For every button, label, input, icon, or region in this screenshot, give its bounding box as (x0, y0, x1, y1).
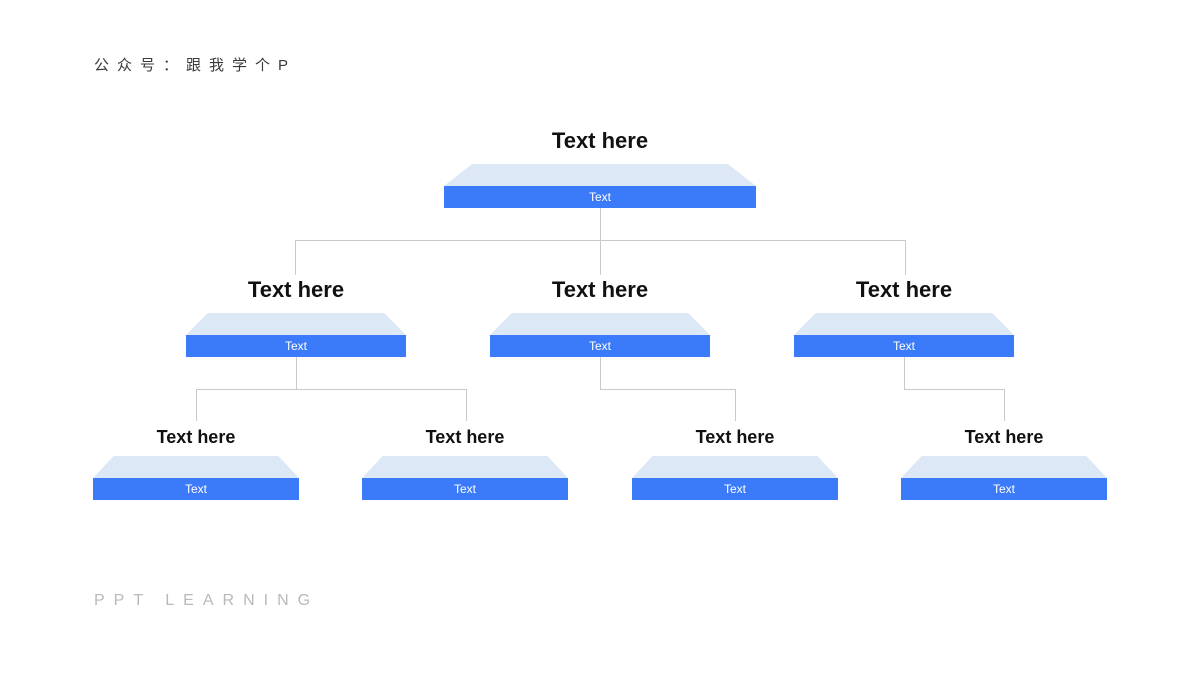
org-node-bar-label-l2-2[interactable]: Text (490, 335, 710, 357)
org-node-l3-2[interactable]: Text here Text (362, 428, 568, 500)
org-node-slab-top-face-l2-3 (794, 313, 1014, 335)
org-node-title-l3-1: Text here (156, 427, 236, 447)
org-node-bar-label-l3-3[interactable]: Text (632, 478, 838, 500)
org-node-slab-top-face-l3-3 (632, 456, 838, 478)
org-node-l2-2[interactable]: Text here Text (490, 279, 710, 357)
connector-level2-to-level3-3 (196, 389, 197, 421)
org-node-slab-top-face-l3-2 (362, 456, 568, 478)
org-node-slab-top-face-l3-4 (901, 456, 1107, 478)
org-node-slab-l3-3[interactable]: Text (632, 456, 838, 500)
slide-canvas: 公众号：跟我学个P Text here Text Text here Text Text… (0, 0, 1200, 675)
org-node-slab-l1-1[interactable]: Text (444, 164, 756, 208)
connector-level2-to-level3-8 (904, 357, 905, 390)
org-node-slab-top-face-l2-1 (186, 313, 406, 335)
org-node-slab-l2-2[interactable]: Text (490, 313, 710, 357)
org-node-title-l2-1: Text here (247, 277, 345, 302)
org-node-slab-l2-3[interactable]: Text (794, 313, 1014, 357)
org-node-bar-label-l3-1[interactable]: Text (93, 478, 299, 500)
org-node-bar-label-l3-2[interactable]: Text (362, 478, 568, 500)
org-node-slab-l3-1[interactable]: Text (93, 456, 299, 500)
org-node-bar-label-l1-1[interactable]: Text (444, 186, 756, 208)
org-node-bar-label-l3-4[interactable]: Text (901, 478, 1107, 500)
org-node-title-l2-3: Text here (855, 277, 953, 302)
connector-level1-to-level2-4 (600, 240, 601, 275)
brand-footer-text: PPT LEARNING (94, 592, 320, 609)
org-node-slab-l3-4[interactable]: Text (901, 456, 1107, 500)
org-node-slab-top-face-l2-2 (490, 313, 710, 335)
org-node-l1-1[interactable]: Text here Text (444, 130, 756, 208)
org-node-bar-label-l2-3[interactable]: Text (794, 335, 1014, 357)
org-node-title-l3-3: Text here (695, 427, 775, 447)
connector-level2-to-level3-4 (466, 389, 467, 421)
connector-level1-to-level2-1 (600, 208, 601, 241)
org-node-slab-top-face-l3-1 (93, 456, 299, 478)
org-node-slab-top-face-l1-1 (444, 164, 756, 186)
connector-level2-to-level3-5 (600, 357, 601, 390)
org-node-slab-l3-2[interactable]: Text (362, 456, 568, 500)
org-node-l3-3[interactable]: Text here Text (632, 428, 838, 500)
org-node-l2-1[interactable]: Text here Text (186, 279, 406, 357)
connector-level2-to-level3-10 (1004, 389, 1005, 421)
connector-level2-to-level3-1 (296, 357, 297, 390)
connector-level2-to-level3-7 (735, 389, 736, 421)
org-node-l3-1[interactable]: Text here Text (93, 428, 299, 500)
org-node-title-l3-4: Text here (964, 427, 1044, 447)
connector-level1-to-level2-3 (295, 240, 296, 275)
brand-header-text: 公众号：跟我学个P (94, 57, 297, 74)
org-node-title-l1-1: Text here (551, 128, 649, 153)
connector-level1-to-level2-5 (905, 240, 906, 275)
org-node-title-l2-2: Text here (551, 277, 649, 302)
org-node-slab-l2-1[interactable]: Text (186, 313, 406, 357)
connector-level2-to-level3-2 (196, 389, 467, 390)
org-node-l3-4[interactable]: Text here Text (901, 428, 1107, 500)
connector-level2-to-level3-9 (904, 389, 1005, 390)
org-node-bar-label-l2-1[interactable]: Text (186, 335, 406, 357)
org-node-title-l3-2: Text here (425, 427, 505, 447)
connector-level2-to-level3-6 (600, 389, 736, 390)
org-node-l2-3[interactable]: Text here Text (794, 279, 1014, 357)
